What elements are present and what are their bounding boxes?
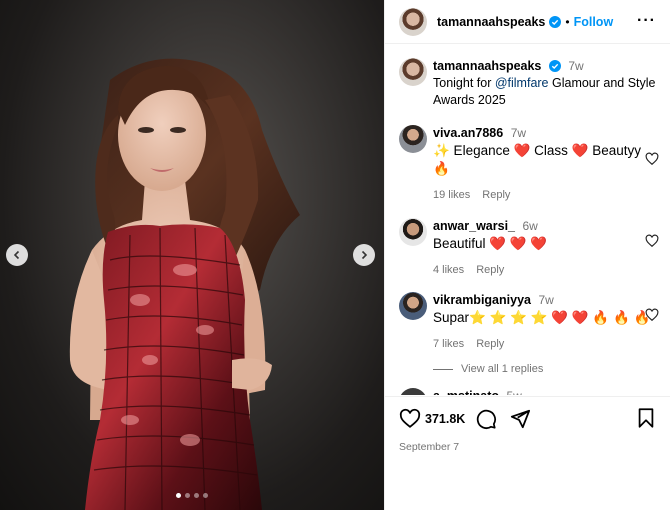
carousel-dot bbox=[176, 493, 181, 498]
comment-time: 7w bbox=[510, 126, 527, 140]
commenter-avatar[interactable] bbox=[399, 125, 427, 153]
comment-time: 5w bbox=[506, 389, 521, 395]
share-send-icon[interactable] bbox=[509, 408, 531, 430]
comment-username[interactable]: viva.an7886 bbox=[433, 126, 503, 140]
carousel-dot bbox=[203, 493, 208, 498]
comment-item: anwar_warsi_ 6w Beautiful ❤️ ❤️ ❤️ 4 lik… bbox=[399, 218, 661, 279]
post-photo bbox=[69, 58, 301, 510]
post-media[interactable] bbox=[0, 0, 384, 510]
dot-separator: • bbox=[565, 14, 570, 29]
comments-list[interactable]: tamannaahspeaks 7w Tonight for @filmfare… bbox=[385, 45, 670, 395]
caption-username[interactable]: tamannaahspeaks bbox=[433, 59, 541, 73]
comment-bubble-icon[interactable] bbox=[475, 408, 497, 430]
like-count[interactable]: 371.8K bbox=[425, 412, 465, 426]
comment-item: a_mstinato 5w bbox=[399, 388, 661, 395]
chevron-left-icon bbox=[13, 250, 20, 260]
like-comment-heart-icon[interactable] bbox=[645, 234, 659, 248]
post-date: September 7 bbox=[399, 441, 460, 453]
follow-button[interactable]: Follow bbox=[574, 15, 614, 29]
carousel-dot bbox=[194, 493, 199, 498]
comment-text: ✨ Elegance ❤️ Class ❤️ Beautyy 🔥 bbox=[433, 143, 642, 176]
like-heart-icon[interactable] bbox=[399, 408, 421, 430]
author-avatar[interactable] bbox=[399, 58, 427, 86]
comment-text: Beautiful ❤️ ❤️ ❤️ bbox=[433, 236, 548, 251]
like-comment-heart-icon[interactable] bbox=[645, 152, 659, 166]
post-side-panel: tamannaahspeaks • Follow ··· tamannaahsp… bbox=[384, 0, 670, 510]
comment-text: Supar⭐ ⭐ ⭐ ⭐ ❤️ ❤️ 🔥 🔥 🔥 bbox=[433, 310, 651, 325]
verified-badge-icon bbox=[549, 15, 562, 28]
carousel-indicator bbox=[0, 493, 384, 498]
instagram-post-viewer: tamannaahspeaks • Follow ··· tamannaahsp… bbox=[0, 0, 670, 510]
more-options-icon[interactable]: ··· bbox=[637, 12, 656, 30]
reply-button[interactable]: Reply bbox=[482, 189, 510, 201]
chevron-right-icon bbox=[361, 250, 368, 260]
comment-username[interactable]: vikrambiganiyya bbox=[433, 293, 531, 307]
comment-item: vikrambiganiyya 7w Supar⭐ ⭐ ⭐ ⭐ ❤️ ❤️ 🔥 … bbox=[399, 292, 661, 353]
carousel-dot bbox=[185, 493, 190, 498]
comment-likes[interactable]: 19 likes bbox=[433, 189, 470, 201]
comment-time: 7w bbox=[538, 293, 554, 307]
comment-likes[interactable]: 7 likes bbox=[433, 338, 464, 350]
like-comment-heart-icon[interactable] bbox=[645, 308, 659, 322]
previous-slide-button[interactable] bbox=[6, 244, 28, 266]
comment-likes[interactable]: 4 likes bbox=[433, 264, 464, 276]
comment-item: viva.an7886 7w ✨ Elegance ❤️ Class ❤️ Be… bbox=[399, 125, 661, 204]
caption: tamannaahspeaks 7w Tonight for @filmfare… bbox=[399, 58, 661, 109]
next-slide-button[interactable] bbox=[353, 244, 375, 266]
caption-time: 7w bbox=[568, 59, 584, 73]
reply-button[interactable]: Reply bbox=[476, 338, 504, 350]
view-replies-button[interactable]: View all 1 replies bbox=[433, 363, 543, 375]
author-avatar[interactable] bbox=[399, 7, 427, 36]
verified-badge-icon bbox=[548, 60, 561, 72]
divider bbox=[433, 368, 453, 370]
view-replies-label: View all 1 replies bbox=[461, 363, 544, 375]
caption-text: Tonight for bbox=[433, 76, 495, 90]
commenter-avatar[interactable] bbox=[399, 388, 427, 395]
author-username[interactable]: tamannaahspeaks bbox=[437, 15, 545, 29]
comment-username[interactable]: a_mstinato bbox=[433, 389, 499, 395]
save-bookmark-icon[interactable] bbox=[635, 407, 657, 429]
comment-time: 6w bbox=[522, 219, 538, 233]
comment-username[interactable]: anwar_warsi_ bbox=[433, 219, 515, 233]
caption-mention-link[interactable]: @filmfare bbox=[495, 76, 549, 90]
reply-button[interactable]: Reply bbox=[476, 264, 504, 276]
post-header: tamannaahspeaks • Follow ··· bbox=[385, 0, 670, 44]
commenter-avatar[interactable] bbox=[399, 218, 427, 246]
post-actions: 371.8K September 7 bbox=[385, 396, 670, 453]
commenter-avatar[interactable] bbox=[399, 292, 427, 320]
